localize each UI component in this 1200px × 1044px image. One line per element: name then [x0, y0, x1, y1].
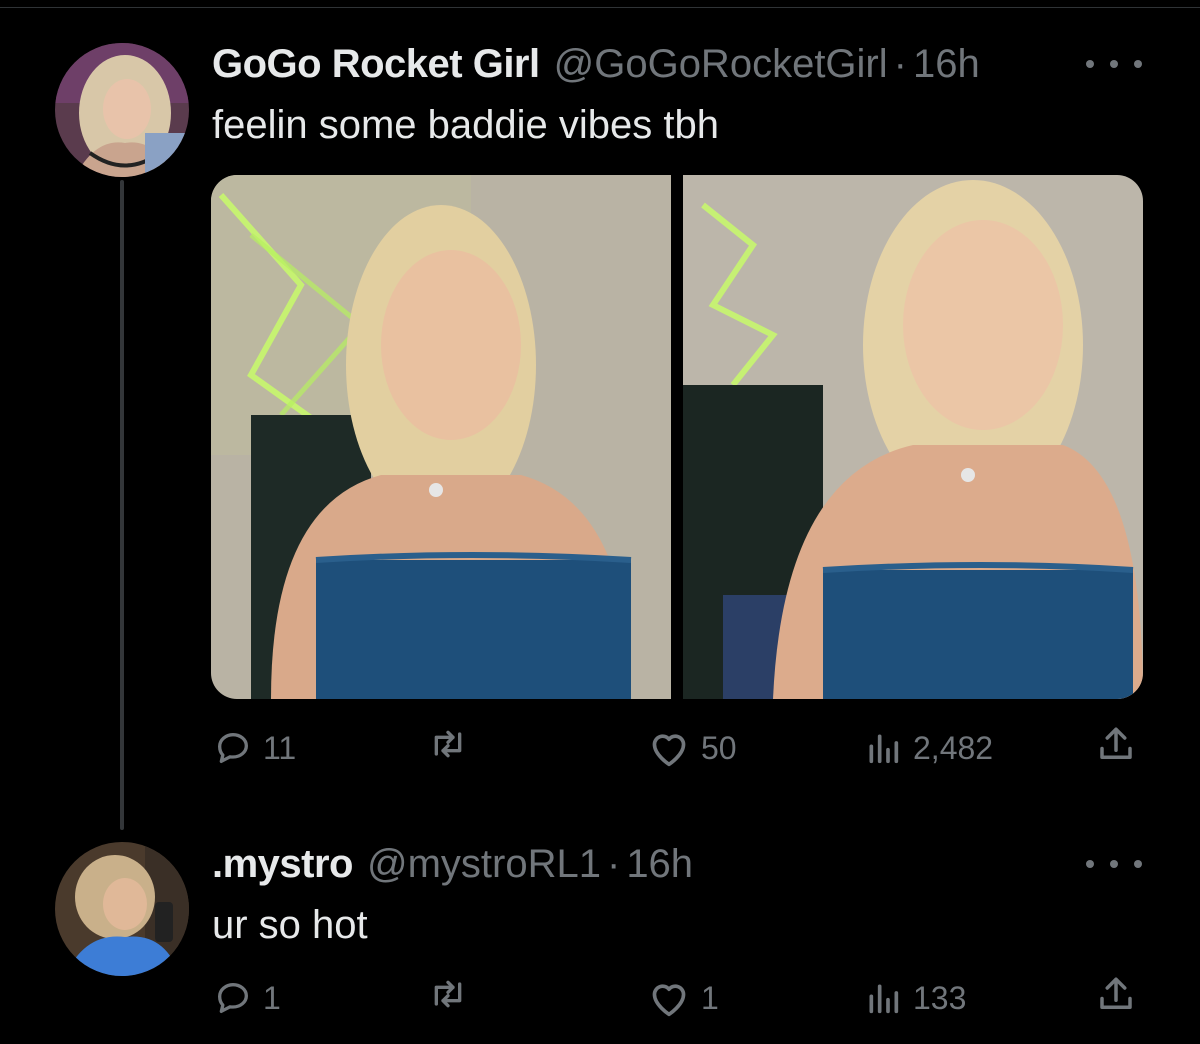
repost-icon [426, 974, 470, 1014]
tweet-header: GoGo Rocket Girl @GoGoRocketGirl · 16h [212, 40, 980, 88]
views-icon [863, 728, 903, 768]
reply-icon [213, 978, 253, 1018]
share-button[interactable] [1095, 974, 1137, 1016]
tweet-text: feelin some baddie vibes tbh [212, 103, 719, 147]
views-button[interactable]: 2,482 [863, 724, 993, 772]
display-name[interactable]: GoGo Rocket Girl [212, 40, 540, 88]
separator-dot: · [893, 42, 907, 86]
like-count: 50 [701, 730, 737, 766]
like-count: 1 [701, 980, 719, 1016]
like-button[interactable]: 50 [647, 724, 737, 772]
handle[interactable]: @mystroRL1 [367, 840, 601, 888]
views-count: 133 [913, 980, 967, 1016]
heart-icon [647, 978, 691, 1018]
like-button[interactable]: 1 [647, 974, 719, 1022]
reply-button[interactable]: 11 [213, 724, 296, 772]
divider [0, 7, 1200, 8]
reply-button[interactable]: 1 [213, 974, 281, 1022]
timestamp[interactable]: 16h [913, 40, 980, 88]
more-icon[interactable] [1086, 852, 1142, 876]
views-button[interactable]: 133 [863, 974, 966, 1022]
media-grid [211, 175, 1143, 699]
display-name[interactable]: .mystro [212, 840, 354, 888]
share-icon [1095, 724, 1137, 766]
share-icon [1095, 974, 1137, 1016]
reply-count: 1 [263, 980, 281, 1016]
views-count: 2,482 [913, 730, 994, 766]
avatar[interactable] [55, 842, 189, 976]
photo-1[interactable] [211, 175, 671, 699]
handle[interactable]: @GoGoRocketGirl [554, 40, 888, 88]
reply-header: .mystro @mystroRL1 · 16h [212, 840, 693, 888]
avatar[interactable] [55, 43, 189, 177]
share-button[interactable] [1095, 724, 1137, 766]
repost-button[interactable] [426, 724, 480, 764]
photo-2[interactable] [683, 175, 1143, 699]
heart-icon [647, 728, 691, 768]
views-icon [863, 978, 903, 1018]
reply-icon [213, 728, 253, 768]
repost-icon [426, 724, 470, 764]
separator-dot: · [606, 842, 621, 886]
reply-actions: 1 1 133 [211, 974, 1146, 1024]
tweet-actions: 11 50 2,482 [211, 724, 1146, 774]
timestamp[interactable]: 16h [626, 840, 693, 888]
reply-count: 11 [263, 730, 297, 766]
thread-connector-line [120, 180, 124, 830]
more-icon[interactable] [1086, 52, 1142, 76]
reply-text: ur so hot [212, 903, 368, 947]
repost-button[interactable] [426, 974, 480, 1014]
